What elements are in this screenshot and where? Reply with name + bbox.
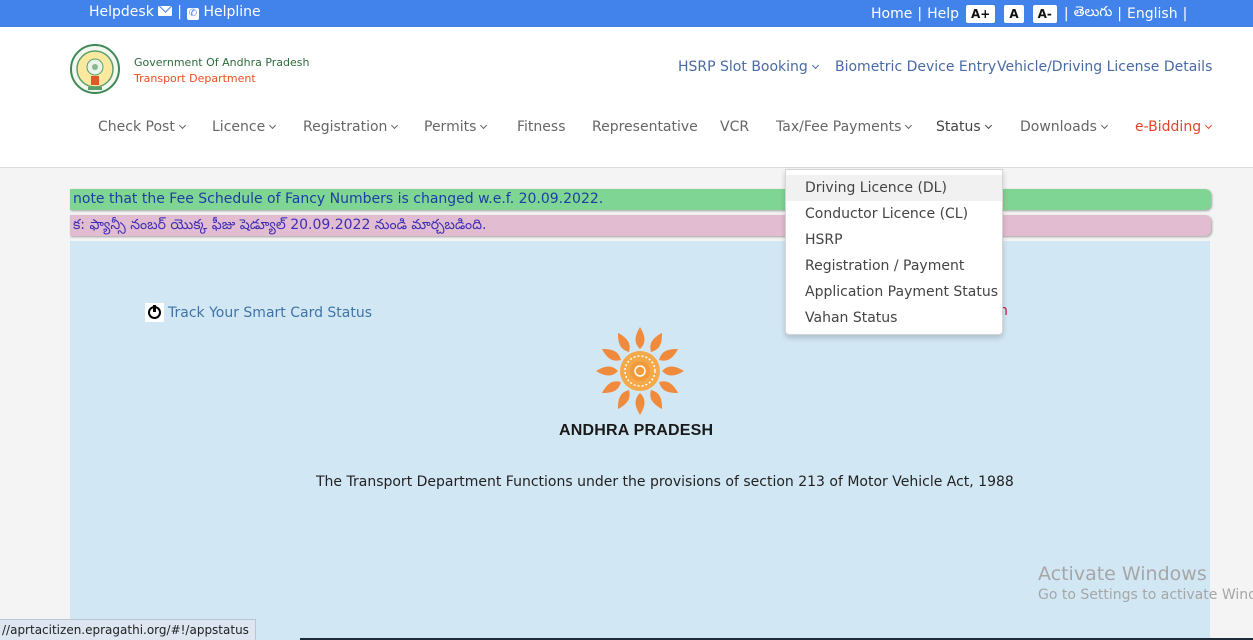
status-menu-item-vahan-status[interactable]: Vahan Status <box>786 305 1002 331</box>
chevron-down-icon <box>1100 121 1108 130</box>
chevron-down-icon <box>984 121 992 130</box>
ap-emblem-logo[interactable] <box>69 43 121 95</box>
nav-label: Registration <box>303 119 388 135</box>
biometric-device-entry-link[interactable]: Biometric Device Entry <box>835 59 996 75</box>
separator: | <box>917 5 923 22</box>
windows-activation-watermark: Activate Windows Go to Settings to activ… <box>1038 563 1253 603</box>
nav-e-bidding[interactable]: e-Bidding <box>1135 119 1213 135</box>
font-increase-button[interactable]: A+ <box>965 4 996 23</box>
power-icon <box>145 303 164 322</box>
helpdesk-label: Helpdesk <box>89 4 154 20</box>
mail-icon <box>158 6 173 16</box>
site-header: Government Of Andhra Pradesh Transport D… <box>0 27 1253 168</box>
status-menu-item-application-payment-status[interactable]: Application Payment Status <box>786 279 1002 305</box>
nav-label: Check Post <box>98 119 175 135</box>
nav-representative[interactable]: Representative <box>592 119 698 135</box>
telugu-language-link[interactable]: తెలుగు <box>1074 4 1113 23</box>
chevron-down-icon <box>811 61 819 70</box>
main-navigation: Check Post Licence Registration Permits … <box>0 119 1253 139</box>
government-name: Government Of Andhra Pradesh <box>134 56 310 69</box>
helpline-label: Helpline <box>203 4 261 20</box>
chevron-down-icon <box>480 121 488 130</box>
andhra-pradesh-logo-text: ANDHRA PRADESH <box>559 422 714 439</box>
separator: | <box>1063 5 1069 22</box>
nav-label: Permits <box>424 119 477 135</box>
status-menu-item-driving-licence[interactable]: Driving Licence (DL) <box>786 175 1002 201</box>
separator: | <box>177 4 182 20</box>
track-smart-card-status-link[interactable]: Track Your Smart Card Status <box>145 303 372 322</box>
provision-text: The Transport Department Functions under… <box>316 474 1014 490</box>
topbar-right: Home | Help A+ A A- | తెలుగు | English | <box>871 4 1187 23</box>
nav-label: Licence <box>212 119 266 135</box>
chevron-down-icon <box>905 121 913 130</box>
font-normal-button[interactable]: A <box>1004 4 1024 23</box>
department-name: Transport Department <box>134 72 256 85</box>
nav-label: Fitness <box>517 119 566 135</box>
phone-icon: ✆ <box>187 8 199 20</box>
nav-downloads[interactable]: Downloads <box>1020 119 1108 135</box>
nav-label: Downloads <box>1020 119 1097 135</box>
vehicle-driving-license-details-link[interactable]: Vehicle/Driving License Details <box>997 59 1212 75</box>
nav-registration[interactable]: Registration <box>303 119 399 135</box>
nav-vcr[interactable]: VCR <box>720 119 749 135</box>
nav-licence[interactable]: Licence <box>212 119 277 135</box>
andhra-pradesh-sun-logo <box>596 327 684 415</box>
chevron-down-icon <box>1205 121 1213 130</box>
nav-permits[interactable]: Permits <box>424 119 488 135</box>
status-menu-item-conductor-licence[interactable]: Conductor Licence (CL) <box>786 201 1002 227</box>
status-menu-item-registration-payment[interactable]: Registration / Payment <box>786 253 1002 279</box>
chevron-down-icon <box>178 121 186 130</box>
nav-tax-fee-payments[interactable]: Tax/Fee Payments <box>776 119 913 135</box>
nav-label: Representative <box>592 119 698 135</box>
status-dropdown-menu: Driving Licence (DL) Conductor Licence (… <box>785 169 1003 335</box>
english-language-link[interactable]: English <box>1127 6 1178 22</box>
separator: | <box>1182 5 1188 22</box>
nav-label: Tax/Fee Payments <box>776 119 902 135</box>
font-decrease-button[interactable]: A- <box>1032 4 1057 23</box>
chevron-down-icon <box>391 121 399 130</box>
status-menu-item-hsrp[interactable]: HSRP <box>786 227 1002 253</box>
nav-fitness[interactable]: Fitness <box>517 119 566 135</box>
nav-label: Status <box>936 119 981 135</box>
topbar-left: Helpdesk | ✆ Helpline <box>89 4 261 20</box>
notice-english-marquee: note that the Fee Schedule of Fancy Numb… <box>70 189 1211 210</box>
helpdesk-link[interactable]: Helpdesk <box>89 4 173 20</box>
track-link-label: Track Your Smart Card Status <box>168 304 373 321</box>
notice-telugu-marquee: క: ఫ్యాన్సీ నంబర్ యొక్క ఫీజు షెడ్యూల్ 20… <box>70 215 1211 236</box>
nav-label: e-Bidding <box>1135 119 1202 135</box>
nav-check-post[interactable]: Check Post <box>98 119 186 135</box>
chevron-down-icon <box>269 121 277 130</box>
watermark-title: Activate Windows <box>1038 563 1207 585</box>
watermark-subtitle: Go to Settings to activate Windo <box>1038 587 1253 603</box>
separator: | <box>1117 5 1123 22</box>
home-link[interactable]: Home <box>871 6 912 22</box>
top-bar: Helpdesk | ✆ Helpline Home | Help A+ A A… <box>0 0 1253 27</box>
hsrp-slot-booking-menu[interactable]: HSRP Slot Booking <box>678 59 819 75</box>
brand-text: Government Of Andhra Pradesh Transport D… <box>134 55 310 87</box>
nav-label: VCR <box>720 119 750 135</box>
helpline-link[interactable]: ✆ Helpline <box>187 4 261 20</box>
nav-status[interactable]: Status <box>936 119 992 135</box>
hsrp-label: HSRP Slot Booking <box>678 59 808 75</box>
help-link[interactable]: Help <box>927 6 959 22</box>
browser-status-url: //aprtacitizen.epragathi.org/#!/appstatu… <box>0 619 256 640</box>
